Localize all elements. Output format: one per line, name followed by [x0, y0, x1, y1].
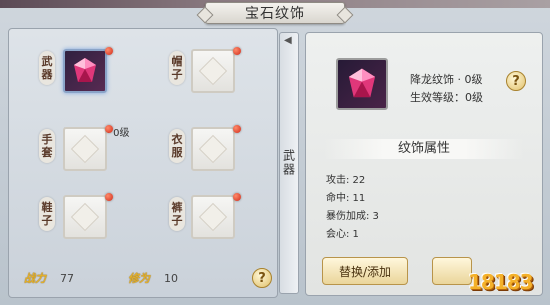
attribute-critical: 会心: 1	[326, 229, 359, 240]
category-tab-label: 武器	[281, 149, 296, 177]
detail-name: 降龙纹饰 · 0级	[410, 73, 483, 86]
slot-pants[interactable]	[191, 195, 235, 239]
notify-dot	[105, 193, 113, 201]
category-tab-weapon[interactable]: ◀ 武器	[279, 32, 299, 294]
slot-shoes[interactable]	[63, 195, 107, 239]
help-button-left[interactable]: ?	[252, 268, 272, 288]
empty-slot-icon	[70, 134, 100, 164]
site-watermark: 18183	[468, 270, 534, 294]
detail-panel: 降龙纹饰 · 0级 生效等级：0级 ? 纹饰属性 攻击: 22 命中: 11 暴…	[305, 32, 543, 296]
slot-label-clothes: 衣服	[169, 129, 185, 163]
empty-slot-icon	[70, 202, 100, 232]
slot-label-weapon: 武器	[39, 51, 55, 85]
cultivation-value: 10	[164, 271, 178, 285]
slot-clothes[interactable]	[191, 127, 235, 171]
power-stat: 战力 77	[24, 270, 74, 286]
empty-slot-icon	[198, 56, 228, 86]
power-label: 战力	[24, 272, 46, 285]
cultivation-label: 修为	[128, 272, 150, 285]
slot-label-gloves: 手套	[39, 129, 55, 163]
notify-dot	[105, 47, 113, 55]
empty-slot-icon	[198, 134, 228, 164]
notify-dot	[233, 125, 241, 133]
window-title: 宝石纹饰	[205, 2, 345, 24]
help-button-detail[interactable]: ?	[506, 71, 526, 91]
collapse-arrow-icon: ◀	[284, 35, 292, 46]
gem-icon	[348, 68, 376, 98]
attribute-hit: 命中: 11	[326, 193, 366, 204]
attribute-crit-damage: 暴伤加成: 3	[326, 211, 379, 222]
slot-hat[interactable]	[191, 49, 235, 93]
slot-label-hat: 帽子	[169, 51, 185, 85]
slot-weapon[interactable]	[63, 49, 107, 93]
cultivation-stat: 修为 10	[128, 270, 178, 286]
attributes-title: 纹饰属性	[324, 139, 524, 159]
secondary-button[interactable]	[432, 257, 472, 285]
detail-gem-frame	[336, 58, 388, 110]
power-value: 77	[60, 271, 74, 285]
slot-label-pants: 裤子	[169, 197, 185, 231]
empty-slot-icon	[198, 202, 228, 232]
slot-label-shoes: 鞋子	[39, 197, 55, 231]
detail-effect-level: 生效等级：0级	[410, 91, 483, 104]
notify-dot	[233, 47, 241, 55]
notify-dot	[233, 193, 241, 201]
attribute-attack: 攻击: 22	[326, 175, 366, 186]
slot-gloves[interactable]	[63, 127, 107, 171]
replace-add-button[interactable]: 替换/添加	[322, 257, 408, 285]
slots-panel: 武器 降龙纹饰 · 0级 帽子 手套 衣服 鞋子 裤子	[8, 28, 278, 298]
gem-icon	[74, 58, 96, 82]
notify-dot	[105, 125, 113, 133]
